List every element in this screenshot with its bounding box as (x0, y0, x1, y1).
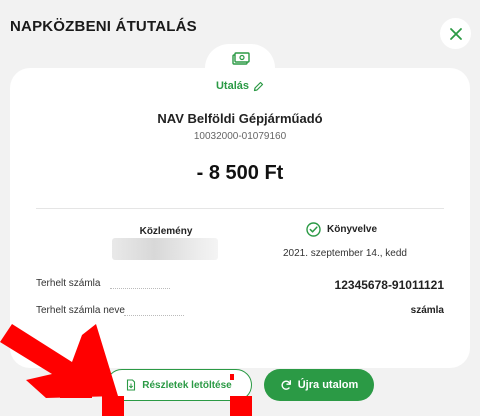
red-corner-marker (60, 374, 92, 398)
red-annotation (0, 324, 252, 416)
red-corner-marker (230, 374, 234, 380)
red-arrow-annotation (0, 324, 118, 398)
red-corner-marker (102, 396, 124, 416)
red-corner-marker (230, 396, 252, 416)
